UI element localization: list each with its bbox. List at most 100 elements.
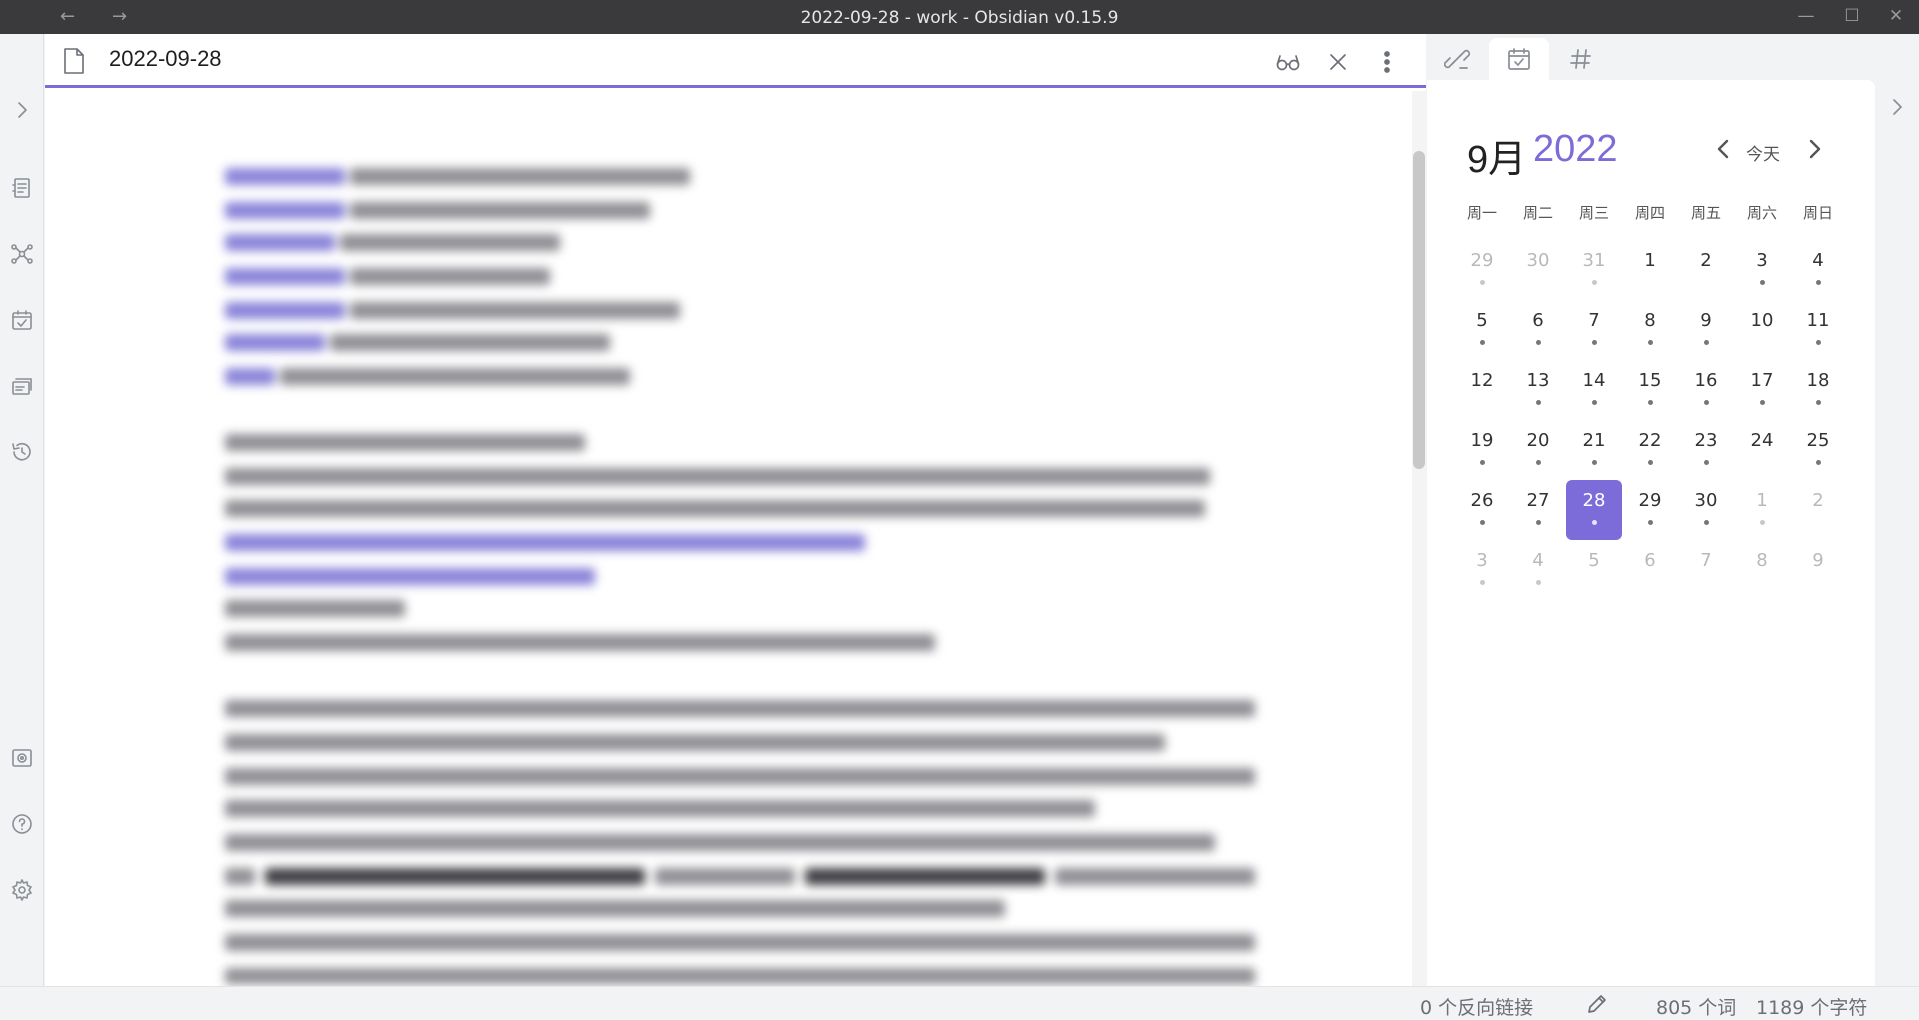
calendar-day[interactable]: 19 (1454, 420, 1510, 480)
calendar-day[interactable]: 16 (1678, 360, 1734, 420)
calendar-day[interactable]: 31 (1566, 240, 1622, 300)
calendar-day[interactable]: 6 (1622, 540, 1678, 600)
more-options-icon[interactable] (1373, 48, 1401, 76)
edit-mode-icon[interactable] (1586, 993, 1608, 1015)
outline-icon[interactable] (10, 176, 34, 200)
calendar-day-number: 31 (1582, 250, 1606, 271)
calendar-day[interactable]: 11 (1790, 300, 1846, 360)
calendar-day[interactable]: 3 (1734, 240, 1790, 300)
blurred-line (225, 634, 935, 651)
calendar-day[interactable]: 27 (1510, 480, 1566, 540)
close-icon[interactable] (1324, 48, 1352, 76)
calendar-weekday-header: 周一 周二 周三 周四 周五 周六 周日 (1454, 194, 1846, 240)
calendar-day[interactable]: 1 (1734, 480, 1790, 540)
blurred-line (350, 202, 650, 219)
calendar-day[interactable]: 23 (1678, 420, 1734, 480)
calendar-day[interactable]: 30 (1510, 240, 1566, 300)
blurred-link (225, 168, 345, 185)
blurred-line (225, 500, 1205, 517)
calendar-day[interactable]: 29 (1454, 240, 1510, 300)
calendar-day[interactable]: 29 (1622, 480, 1678, 540)
chevron-left-icon[interactable] (1711, 136, 1737, 162)
calendar-day[interactable]: 14 (1566, 360, 1622, 420)
help-icon[interactable] (10, 812, 34, 836)
note-indicator-dot (1816, 400, 1821, 405)
minimize-button[interactable]: — (1794, 6, 1818, 26)
history-icon[interactable] (10, 440, 34, 464)
graph-view-icon[interactable] (10, 242, 34, 266)
calendar-day[interactable]: 21 (1566, 420, 1622, 480)
backlinks-icon[interactable] (1427, 38, 1487, 80)
calendar-day[interactable]: 2 (1678, 240, 1734, 300)
calendar-day[interactable]: 4 (1790, 240, 1846, 300)
chevron-right-icon[interactable] (1801, 136, 1827, 162)
calendar-month: 9月 (1467, 139, 1527, 181)
calendar-day-number: 20 (1526, 430, 1550, 451)
calendar-day-number: 4 (1532, 550, 1544, 571)
collapse-right-sidebar-icon[interactable] (1886, 96, 1908, 118)
calendar-day[interactable]: 17 (1734, 360, 1790, 420)
calendar-day[interactable]: 9 (1790, 540, 1846, 600)
calendar-day[interactable]: 6 (1510, 300, 1566, 360)
scrollbar-thumb[interactable] (1413, 151, 1425, 469)
calendar-day[interactable]: 15 (1622, 360, 1678, 420)
calendar-day[interactable]: 24 (1734, 420, 1790, 480)
blurred-line (1055, 868, 1255, 885)
blurred-line (350, 168, 690, 185)
maximize-button[interactable]: ☐ (1840, 6, 1864, 26)
calendar-day[interactable]: 10 (1734, 300, 1790, 360)
calendar-day[interactable]: 18 (1790, 360, 1846, 420)
close-window-button[interactable]: ✕ (1884, 6, 1908, 26)
note-indicator-dot (1480, 460, 1485, 465)
slides-icon[interactable] (10, 374, 34, 398)
calendar-day[interactable]: 2 (1790, 480, 1846, 540)
calendar-day[interactable]: 5 (1454, 300, 1510, 360)
calendar-day[interactable]: 22 (1622, 420, 1678, 480)
calendar-day[interactable]: 13 (1510, 360, 1566, 420)
calendar-day-number: 29 (1638, 490, 1662, 511)
collapse-sidebar-icon[interactable] (10, 98, 34, 122)
calendar-day-selected[interactable]: 28 (1566, 480, 1622, 540)
blurred-line (225, 734, 1165, 751)
note-indicator-dot (1480, 580, 1485, 585)
today-button[interactable]: 今天 (1746, 140, 1780, 165)
right-sidebar-tabs (1427, 34, 1875, 80)
tags-icon[interactable] (1551, 38, 1611, 80)
daily-note-icon[interactable] (10, 308, 34, 332)
calendar-week-row: 3 4 5 6 7 8 9 (1454, 540, 1846, 600)
calendar-day[interactable]: 20 (1510, 420, 1566, 480)
calendar-day[interactable]: 7 (1566, 300, 1622, 360)
note-indicator-dot (1704, 520, 1709, 525)
calendar-day-number: 5 (1588, 550, 1600, 571)
calendar-day[interactable]: 5 (1566, 540, 1622, 600)
calendar-day-number: 3 (1476, 550, 1488, 571)
blurred-line (225, 934, 1255, 951)
calendar-day[interactable]: 9 (1678, 300, 1734, 360)
file-title[interactable]: 2022-09-28 (109, 46, 222, 72)
calendar-day[interactable]: 8 (1622, 300, 1678, 360)
note-indicator-dot (1760, 520, 1765, 525)
calendar-icon[interactable] (1489, 38, 1549, 80)
backlinks-count[interactable]: 0 个反向链接 (1420, 993, 1533, 1020)
note-indicator-dot (1480, 340, 1485, 345)
blurred-bold-line (265, 868, 645, 885)
settings-icon[interactable] (10, 878, 34, 902)
calendar-day[interactable]: 4 (1510, 540, 1566, 600)
calendar-day[interactable]: 25 (1790, 420, 1846, 480)
title-bar: ← → 2022-09-28 - work - Obsidian v0.15.9… (0, 0, 1919, 34)
calendar-day[interactable]: 26 (1454, 480, 1510, 540)
vault-icon[interactable] (10, 746, 34, 770)
calendar-day[interactable]: 30 (1678, 480, 1734, 540)
calendar-day[interactable]: 12 (1454, 360, 1510, 420)
reading-view-icon[interactable] (1274, 48, 1302, 76)
calendar-day-number: 9 (1812, 550, 1824, 571)
editor-header: 2022-09-28 (45, 34, 1426, 88)
calendar-day[interactable]: 8 (1734, 540, 1790, 600)
calendar-day[interactable]: 1 (1622, 240, 1678, 300)
calendar-day-number: 22 (1638, 430, 1662, 451)
calendar-day[interactable]: 7 (1678, 540, 1734, 600)
blurred-link (225, 534, 865, 551)
editor-scrollbar[interactable] (1412, 91, 1426, 986)
calendar-day[interactable]: 3 (1454, 540, 1510, 600)
blurred-link (225, 334, 325, 351)
